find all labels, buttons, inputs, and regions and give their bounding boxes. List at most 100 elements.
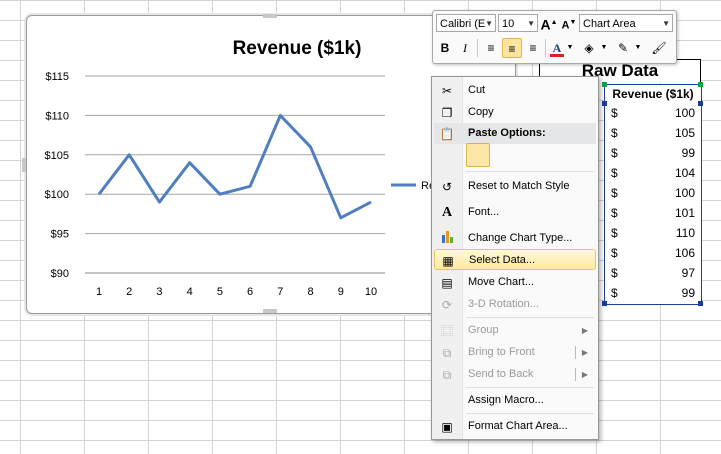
chart-title[interactable]: Revenue ($1k)	[233, 38, 362, 59]
raw-data-row[interactable]: $97	[605, 263, 701, 283]
menu-item-label: Move Chart...	[468, 276, 535, 288]
context-menu: ✂ Cut ❐ Copy 📋 Paste Options: ↺ Reset to Mat…	[431, 76, 599, 440]
menu-item-select-data[interactable]: ▦ Select Data...	[434, 249, 596, 270]
format-area-icon: ▣	[441, 420, 453, 434]
outline-color-dropdown[interactable]: ▼	[633, 38, 643, 58]
x-tick-label: 7	[277, 286, 283, 298]
submenu-arrow-icon: ▶	[581, 348, 588, 357]
raw-data-row[interactable]: $100	[605, 103, 701, 123]
x-tick-label: 4	[187, 286, 193, 298]
range-handle-top-left[interactable]	[602, 82, 607, 87]
revenue-value: 97	[681, 266, 695, 280]
range-handle-mid-right[interactable]	[698, 101, 703, 106]
chart-element-value: Chart Area	[583, 18, 636, 30]
revenue-value: 105	[674, 126, 695, 140]
chart-element-select[interactable]: Chart Area ▼	[579, 14, 673, 32]
menu-item-label: Group	[468, 324, 499, 336]
menu-item-change-chart-type[interactable]: Change Chart Type...	[434, 228, 596, 249]
chevron-down-icon: ▼	[634, 44, 642, 51]
raw-data-row[interactable]: $101	[605, 203, 701, 223]
menu-separator	[466, 171, 594, 172]
copy-icon: ❐	[441, 106, 453, 120]
outline-color-button[interactable]: ✎	[613, 38, 633, 58]
revenue-value: 106	[674, 246, 695, 260]
italic-button[interactable]: I	[455, 38, 475, 58]
chart-resize-handle-bottom[interactable]	[263, 309, 277, 313]
currency-symbol: $	[611, 166, 618, 180]
chevron-down-icon: ▼	[662, 19, 670, 28]
menu-item-cut[interactable]: ✂ Cut	[434, 80, 596, 101]
move-chart-icon: ▤	[441, 276, 453, 290]
raw-data-row[interactable]: $104	[605, 163, 701, 183]
align-left-button[interactable]: ≡	[481, 38, 501, 58]
currency-symbol: $	[611, 126, 618, 140]
font-size-value: 10	[502, 18, 515, 30]
menu-item-reset-style[interactable]: ↺ Reset to Match Style	[434, 176, 596, 197]
range-handle-mid-left[interactable]	[602, 101, 607, 106]
raw-data-row[interactable]: $105	[605, 123, 701, 143]
chart-resize-handle-left[interactable]	[22, 158, 26, 172]
raw-data-range[interactable]: $100 $105 $99 $104 $100 $101 $110 $106 $97 $99	[604, 103, 702, 305]
format-painter-button[interactable]: 🖌	[649, 38, 669, 58]
revenue-value: 104	[674, 166, 695, 180]
chart-type-icon	[438, 230, 456, 248]
font-color-icon: A	[552, 41, 562, 55]
group-icon: ⿴	[440, 324, 453, 338]
raw-data-row[interactable]: $100	[605, 183, 701, 203]
x-tick-label: 5	[217, 286, 223, 298]
split-divider	[575, 346, 576, 359]
shrink-font-button[interactable]: A▼	[559, 13, 579, 33]
revenue-value: 100	[674, 106, 695, 120]
grow-font-button[interactable]: A▲	[539, 13, 559, 33]
menu-item-format-chart-area[interactable]: ▣ Format Chart Area...	[434, 416, 596, 437]
align-right-button[interactable]: ≡	[523, 38, 543, 58]
chart-gridlines	[85, 75, 385, 274]
font-color-button[interactable]: A	[547, 38, 567, 58]
y-axis-labels: $90 $95 $100 $105 $110 $115	[45, 71, 69, 280]
revenue-value: 99	[681, 286, 695, 300]
menu-item-copy[interactable]: ❐ Copy	[434, 102, 596, 123]
menu-item-assign-macro[interactable]: Assign Macro...	[434, 390, 596, 411]
fill-color-dropdown[interactable]: ▼	[599, 38, 609, 58]
font-color-dropdown[interactable]: ▼	[565, 38, 575, 58]
y-tick-label: $90	[51, 268, 69, 280]
menu-item-label: 3-D Rotation...	[468, 298, 539, 310]
raw-data-row[interactable]: $99	[605, 143, 701, 163]
paste-keep-formatting-icon[interactable]	[466, 143, 490, 167]
font-name-field[interactable]: Calibri (E ▼	[436, 14, 496, 32]
fill-color-button[interactable]: ◈	[579, 38, 599, 58]
menu-item-label: Cut	[468, 84, 486, 96]
raw-data-header[interactable]: Revenue ($1k)	[604, 84, 702, 104]
menu-item-font[interactable]: A Font...	[434, 202, 596, 223]
chevron-down-icon: ▼	[485, 19, 493, 28]
menu-item-send-to-back: ⧉ Send to Back ▶	[434, 364, 596, 385]
raw-data-row[interactable]: $99	[605, 283, 701, 303]
revenue-series-line[interactable]	[97, 113, 372, 220]
menu-item-label: Assign Macro...	[468, 394, 544, 406]
align-center-icon: ≡	[508, 42, 516, 56]
currency-symbol: $	[611, 246, 618, 260]
align-left-icon: ≡	[487, 41, 495, 55]
menu-item-move-chart[interactable]: ▤ Move Chart...	[434, 272, 596, 293]
shrink-font-icon: A	[561, 19, 570, 32]
menu-item-label: Copy	[468, 106, 494, 118]
align-center-button[interactable]: ≡	[502, 38, 522, 58]
font-size-field[interactable]: 10 ▼	[498, 14, 538, 32]
menu-item-label: Font...	[468, 206, 500, 218]
range-handle-top-right[interactable]	[698, 82, 703, 87]
range-handle-bottom-left[interactable]	[602, 301, 607, 306]
raw-data-row[interactable]: $110	[605, 223, 701, 243]
currency-symbol: $	[611, 206, 618, 220]
x-tick-label: 9	[338, 286, 344, 298]
bold-button[interactable]: B	[435, 38, 455, 58]
bring-front-icon: ⧉	[442, 346, 452, 360]
menu-item-label: Format Chart Area...	[468, 420, 568, 432]
select-data-icon: ▦	[442, 254, 454, 268]
currency-symbol: $	[611, 226, 618, 240]
chart-resize-handle-top[interactable]	[263, 14, 277, 18]
range-handle-bottom-right[interactable]	[698, 301, 703, 306]
x-axis-labels: 1 2 3 4 5 6 7 8 9 10	[96, 286, 377, 298]
raw-data-row[interactable]: $106	[605, 243, 701, 263]
submenu-arrow-icon: ▶	[581, 370, 588, 379]
send-back-icon: ⧉	[442, 368, 452, 382]
